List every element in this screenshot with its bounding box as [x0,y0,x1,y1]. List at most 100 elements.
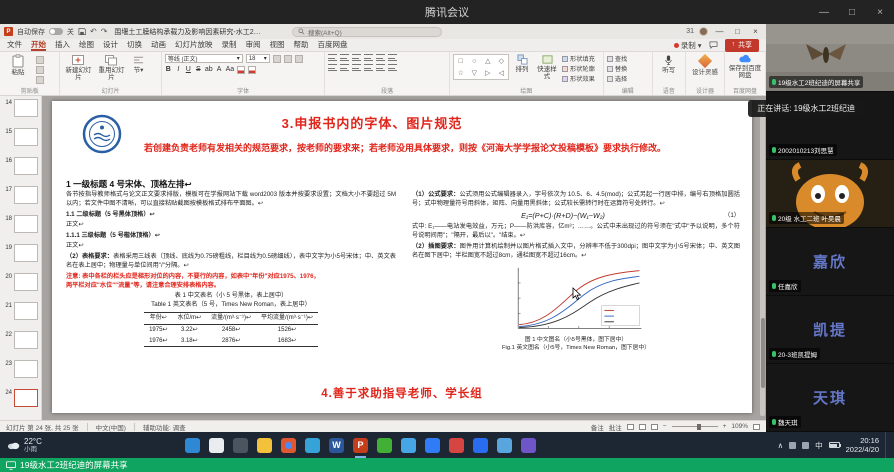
bold-button[interactable]: B [165,65,172,74]
shape-fill-button[interactable]: 形状填充 [562,54,595,63]
tray-expand-caret[interactable]: ∧ [778,441,784,450]
shape-star-icon[interactable]: ☆ [458,69,464,77]
undo-icon[interactable]: ↶ [90,28,97,36]
battery-icon[interactable] [829,442,840,448]
taskbar-word-icon[interactable]: W [329,438,344,453]
numbering-icon[interactable] [340,54,349,61]
tab-file[interactable]: 文件 [7,39,22,51]
taskbar-file-explorer-icon[interactable] [257,438,272,453]
char-spacing-button[interactable]: ab [205,65,213,74]
decrease-indent-icon[interactable] [352,54,361,61]
shape-arrow-left-icon[interactable]: ◁ [499,69,504,77]
slide-thumbnail-20[interactable]: 20 [2,273,39,299]
shape-tri-down-icon[interactable]: ▽ [472,69,477,77]
shape-circle-icon[interactable]: ○ [472,58,476,65]
find-button[interactable]: 查找 [607,54,627,63]
accessibility-status[interactable]: 辅助功能: 调查 [143,422,186,432]
designer-button[interactable]: 设计灵感 [689,54,721,76]
share-button[interactable]: ↑ 共享 [725,39,760,52]
slide-thumbnail-22[interactable]: 22 [2,331,39,357]
select-button[interactable]: 选择 [607,74,627,83]
taskbar-edge-icon[interactable] [305,438,320,453]
text-direction-icon[interactable] [388,54,397,61]
increase-font-icon[interactable] [273,55,281,63]
new-slide-button[interactable]: 新建幻灯片 [63,54,93,81]
collaborators-badge[interactable]: 31 [686,28,694,35]
taskbar-powerpoint-icon[interactable]: P [353,438,368,453]
slide-thumbnail-23[interactable]: 23 [2,360,39,386]
format-painter-icon[interactable] [36,76,44,84]
slide-scrollbar[interactable] [760,100,765,416]
save-to-netdisk-button[interactable]: 保存到百度网盘 [728,54,762,79]
slide-thumbnail-16[interactable]: 16 [2,157,39,183]
slide-thumbnail-21[interactable]: 21 [2,302,39,328]
tab-insert[interactable]: 插入 [55,39,70,51]
ppt-close-button[interactable]: × [749,27,762,36]
zoom-slider[interactable] [672,426,718,427]
justify-icon[interactable] [364,64,373,71]
text-shadow-button[interactable]: A [216,65,223,74]
dictate-button[interactable]: 听写 [656,54,682,74]
shape-arrow-right-icon[interactable]: ▷ [485,69,490,77]
tab-review[interactable]: 审阅 [246,39,261,51]
copy-icon[interactable] [36,66,44,74]
save-icon[interactable] [78,27,86,36]
tray-network-icon[interactable] [802,442,809,449]
maximize-button[interactable]: □ [838,0,866,24]
tab-help[interactable]: 帮助 [294,39,309,51]
tab-slideshow[interactable]: 幻灯片放映 [175,39,213,51]
participant-tile[interactable]: 嘉欣 任嘉欣 [766,228,894,295]
minimize-button[interactable]: — [810,0,838,24]
tab-transitions[interactable]: 切换 [127,39,142,51]
share-banner[interactable]: 19级水工2班纪迪的屏幕共享 [0,458,894,472]
taskbar-chrome-icon[interactable] [281,438,296,453]
slideshow-view-icon[interactable] [651,424,658,430]
line-spacing-icon[interactable] [376,54,385,61]
taskbar-netdisk-icon[interactable] [425,438,440,453]
strikethrough-button[interactable]: S [195,65,202,74]
participant-tile-presenter[interactable]: 19级水工2班纪迪的屏幕共享 [766,24,894,91]
normal-view-icon[interactable] [627,424,634,430]
slide-thumbnail-14[interactable]: 14 [2,99,39,125]
participant-tile[interactable]: 凯提 20-3班凯提姆 [766,296,894,363]
taskbar-meeting-icon[interactable] [473,438,488,453]
record-button[interactable]: 录制 ▾ [674,40,702,51]
tray-volume-icon[interactable] [789,442,796,449]
align-right-icon[interactable] [352,64,361,71]
zoom-out-button[interactable]: − [663,423,667,430]
redo-icon[interactable]: ↷ [101,28,108,36]
fit-to-window-icon[interactable] [753,424,760,430]
taskbar-music-icon[interactable] [449,438,464,453]
shape-effects-button[interactable]: 形状效果 [562,74,595,83]
clear-format-icon[interactable] [295,55,303,63]
bullets-icon[interactable] [328,54,337,61]
shape-diamond-icon[interactable]: ◇ [499,57,504,65]
tab-design[interactable]: 设计 [103,39,118,51]
shape-triangle-icon[interactable]: △ [485,57,490,65]
tab-animations[interactable]: 动画 [151,39,166,51]
shape-rect-icon[interactable]: □ [459,58,463,65]
slide-thumbnail-24-selected[interactable]: 24 [2,389,39,415]
slide-thumbnail-15[interactable]: 15 [2,128,39,154]
comments-button[interactable]: 批注 [609,422,622,432]
zoom-in-button[interactable]: + [723,423,727,430]
taskbar-qq-icon[interactable] [401,438,416,453]
slide-thumbnail-17[interactable]: 17 [2,186,39,212]
decrease-font-icon[interactable] [284,55,292,63]
user-avatar[interactable] [699,27,708,36]
taskbar-start-button[interactable] [185,438,200,453]
slide-thumbnail-18[interactable]: 18 [2,215,39,241]
font-color-button[interactable] [248,66,256,74]
input-method-indicator[interactable]: 中 [815,440,823,451]
section-button[interactable]: 节▾ [129,54,147,74]
tab-view[interactable]: 视图 [270,39,285,51]
weather-widget[interactable]: 22°C 小雨 [0,432,49,458]
change-case-button[interactable]: Aa [226,65,235,74]
ppt-restore-button[interactable]: □ [731,27,744,36]
align-center-icon[interactable] [340,64,349,71]
arrange-button[interactable]: 排列 [512,54,532,73]
language-indicator[interactable]: 中文(中国) [96,422,126,432]
taskbar-search-button[interactable] [209,438,224,453]
taskbar-task-view-button[interactable] [233,438,248,453]
paste-button[interactable]: 粘贴 [3,54,33,76]
